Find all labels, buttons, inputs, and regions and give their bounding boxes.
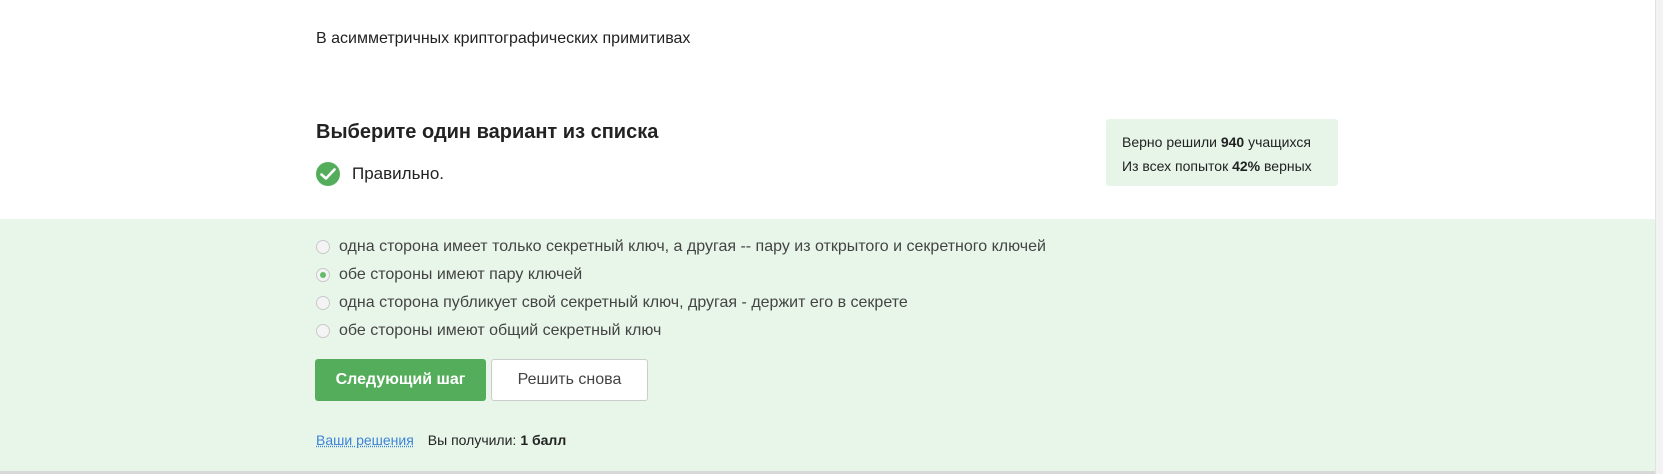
result-label: Правильно. — [352, 164, 444, 183]
solved-prefix: Верно решили — [1122, 134, 1217, 150]
stats-box: Верно решили 940 учащихся Из всех попыто… — [1106, 119, 1338, 186]
score-label: Вы получили: — [427, 432, 517, 448]
attempts-suffix: верных — [1264, 158, 1312, 174]
attempts-stat: Из всех попыток 42% верных — [1122, 154, 1322, 178]
radio-button-selected[interactable] — [316, 268, 330, 282]
option-item[interactable]: обе стороны имеют пару ключей — [316, 266, 582, 284]
answers-panel — [0, 219, 1655, 471]
score-value: 1 балл — [520, 432, 567, 448]
attempts-percent: 42% — [1232, 158, 1261, 174]
option-label: одна сторона имеет только секретный ключ… — [339, 238, 1046, 255]
task-title: Выберите один вариант из списка — [316, 121, 659, 143]
radio-button[interactable] — [316, 240, 330, 254]
next-step-button[interactable]: Следующий шаг — [315, 359, 486, 401]
option-label: одна сторона публикует свой секретный кл… — [339, 294, 908, 311]
solved-count: 940 — [1220, 134, 1245, 150]
option-item[interactable]: одна сторона имеет только секретный ключ… — [316, 238, 1046, 256]
your-solutions-link[interactable]: Ваши решения — [316, 432, 414, 448]
retry-button[interactable]: Решить снова — [491, 359, 648, 401]
radio-button[interactable] — [316, 296, 330, 310]
footer-row: Ваши решения Вы получили: 1 балл — [316, 432, 566, 448]
step-page: В асимметричных криптографических примит… — [0, 0, 1663, 474]
solved-stat: Верно решили 940 учащихся — [1122, 130, 1322, 154]
check-circle-icon — [316, 162, 340, 186]
scrollbar[interactable] — [1655, 0, 1663, 474]
radio-button[interactable] — [316, 324, 330, 338]
solved-suffix: учащихся — [1248, 134, 1311, 150]
option-label: обе стороны имеют пару ключей — [339, 266, 583, 283]
option-item[interactable]: одна сторона публикует свой секретный кл… — [316, 294, 908, 312]
question-text: В асимметричных криптографических примит… — [316, 30, 691, 47]
option-item[interactable]: обе стороны имеют общий секретный ключ — [316, 322, 661, 340]
option-label: обе стороны имеют общий секретный ключ — [339, 322, 662, 339]
attempts-prefix: Из всех попыток — [1122, 158, 1229, 174]
result-row: Правильно. — [316, 162, 444, 186]
